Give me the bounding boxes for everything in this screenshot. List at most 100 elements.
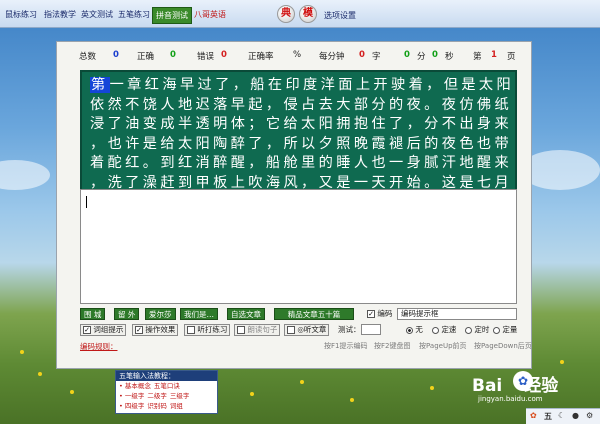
total-label: 总数 — [79, 52, 97, 62]
sound-effect-label: 操作效果 — [145, 325, 176, 334]
ime-paw-icon[interactable]: ✿ — [530, 411, 537, 420]
total-value: 0 — [113, 50, 119, 60]
flower — [560, 360, 564, 364]
tutorial-link-level2[interactable]: 二级字 — [147, 392, 167, 400]
menu-english-test[interactable]: 英文测试 — [81, 9, 113, 20]
menu-mouse-practice[interactable]: 鼠标练习 — [5, 9, 37, 20]
read-sentence-label: 朗读句子 — [247, 325, 278, 334]
seconds-value: 0 — [432, 50, 438, 60]
article-women[interactable]: 我们是… — [180, 308, 218, 320]
tutorial-link-phrases[interactable]: 词组 — [170, 402, 183, 410]
code-checkbox-box[interactable] — [367, 310, 375, 318]
radio-fixed-time-dot[interactable] — [465, 326, 472, 334]
passage-line: ，也许是给太阳陶醉了，所以夕照晚霞褪后的夜色也带 — [90, 135, 513, 152]
flower — [250, 392, 254, 396]
listen-article-toggle[interactable]: ◎听文章 — [284, 324, 330, 336]
listen-practice-checkbox[interactable] — [187, 326, 195, 334]
radio-fixed-speed-label: 定速 — [441, 325, 457, 334]
error-value: 0 — [221, 50, 227, 60]
speed-value: 0 — [359, 50, 365, 60]
speed-label: 每分钟 — [319, 52, 345, 62]
flower — [430, 386, 434, 390]
correct-label: 正确 — [137, 52, 155, 62]
speed-unit: 字 — [372, 52, 381, 62]
menu-bage-english[interactable]: 八哥英语 — [194, 9, 226, 20]
menu-pinyin-test[interactable]: 拼音测试 — [152, 7, 192, 24]
paw-icon: ✿ — [513, 371, 533, 391]
listen-article-label: ◎听文章 — [297, 325, 327, 334]
radio-none-dot[interactable] — [406, 326, 413, 334]
radio-fixed-speed[interactable]: 定速 — [432, 324, 456, 335]
word-hint-toggle[interactable]: 词组提示 — [80, 324, 127, 336]
tutorial-link-level3[interactable]: 三级字 — [170, 392, 190, 400]
code-rules-link[interactable]: 编码规则： — [80, 341, 118, 352]
footer-hints: 编码规则： 按F1提示编码 按F2键盘图 按PageUp前页 按PageDown… — [80, 341, 550, 351]
dictionary-button[interactable]: 典 — [277, 5, 295, 23]
gear-icon[interactable]: ⚙ — [586, 411, 593, 420]
code-checkbox[interactable]: 编码 — [367, 308, 392, 319]
wubi-tutorial-box: 五笔输入法教程： • 基本概念 五笔口诀 • 一级字 二级字 三级字 • 四级字 识别码… — [115, 370, 218, 414]
menu-wubi-practice[interactable]: 五笔练习 — [118, 9, 150, 20]
read-sentence-toggle[interactable]: 朗读句子 — [234, 324, 281, 336]
error-label: 错误 — [197, 52, 215, 62]
listen-article-checkbox[interactable] — [287, 326, 295, 334]
minutes-unit: 分 — [417, 52, 426, 62]
hint-f2: 按F2键盘图 — [374, 342, 411, 350]
watermark-brand: Bai — [472, 376, 503, 396]
read-sentence-checkbox[interactable] — [237, 326, 245, 334]
stats-bar: 总数 0 正确 0 错误 0 正确率 % 每分钟 0 字 0 分 0 秒 第 1… — [57, 50, 533, 64]
flower — [70, 390, 74, 394]
tutorial-link-level4[interactable]: • 四级字 — [119, 402, 144, 410]
minutes-value: 0 — [404, 50, 410, 60]
page-prefix: 第 — [473, 52, 482, 62]
page-value: 1 — [491, 50, 497, 60]
tutorial-link-level1[interactable]: • 一级字 — [119, 392, 144, 400]
passage-line: 浸了油变成半透明体；它给太阳拥抱住了，分不出身来 — [90, 116, 513, 132]
tutorial-row: • 一级字 二级字 三级字 — [116, 391, 217, 401]
cloud — [520, 150, 600, 190]
sound-effect-toggle[interactable]: 操作效果 — [132, 324, 179, 336]
listen-practice-label: 听打练习 — [197, 325, 228, 334]
model-button[interactable]: 模 — [299, 5, 317, 23]
hint-pagedown: 按PageDown后页 — [474, 342, 532, 350]
dot-icon[interactable]: ● — [572, 411, 579, 420]
tutorial-link-rhyme[interactable]: 五笔口诀 — [154, 382, 180, 390]
hint-f1: 按F1提示编码 — [324, 342, 368, 350]
test-label: 测试： — [338, 325, 361, 334]
moon-icon[interactable]: ☾ — [558, 411, 565, 420]
featured-articles-button[interactable]: 精品文章五十篇 — [274, 308, 354, 320]
ime-wubi-mode[interactable]: 五 — [544, 411, 552, 422]
word-hint-label: 词组提示 — [93, 325, 124, 334]
article-selector-row: 围 城 留 外 爱尔莎 我们是… 自选文章 精品文章五十篇 编码 编码提示框 — [80, 308, 550, 320]
listen-practice-toggle[interactable]: 听打练习 — [184, 324, 231, 336]
article-liuwai[interactable]: 留 外 — [114, 308, 140, 320]
typing-input-area[interactable] — [80, 189, 517, 304]
test-input[interactable] — [361, 324, 381, 335]
code-checkbox-label: 编码 — [377, 309, 393, 318]
tutorial-title: 五笔输入法教程： — [116, 371, 217, 381]
correct-value: 0 — [170, 50, 176, 60]
radio-none[interactable]: 无 — [406, 324, 423, 335]
accuracy-unit: % — [293, 50, 302, 60]
tutorial-link-basics[interactable]: • 基本概念 — [119, 382, 151, 390]
cloud — [0, 160, 50, 190]
word-hint-checkbox[interactable] — [83, 326, 91, 334]
radio-fixed-amount[interactable]: 定量 — [493, 324, 517, 335]
radio-fixed-time[interactable]: 定时 — [465, 324, 489, 335]
accuracy-label: 正确率 — [248, 52, 274, 62]
radio-fixed-time-label: 定时 — [474, 325, 490, 334]
tutorial-link-idcode[interactable]: 识别码 — [147, 402, 167, 410]
flower — [20, 350, 24, 354]
menu-fingering[interactable]: 指法教学 — [44, 9, 76, 20]
options-settings[interactable]: 选项设置 — [324, 10, 356, 21]
sound-effect-checkbox[interactable] — [135, 326, 143, 334]
radio-fixed-amount-dot[interactable] — [493, 326, 500, 334]
article-aiersha[interactable]: 爱尔莎 — [145, 308, 176, 320]
radio-fixed-speed-dot[interactable] — [432, 326, 439, 334]
passage-line: 第一章红海早过了，船在印度洋面上开驶着，但是太阳 — [90, 76, 511, 96]
radio-fixed-amount-label: 定量 — [502, 325, 518, 334]
article-weicheng[interactable]: 围 城 — [80, 308, 106, 320]
custom-article-button[interactable]: 自选文章 — [227, 308, 265, 320]
code-hint-box: 编码提示框 — [397, 308, 517, 320]
tutorial-row: • 基本概念 五笔口诀 — [116, 381, 217, 391]
